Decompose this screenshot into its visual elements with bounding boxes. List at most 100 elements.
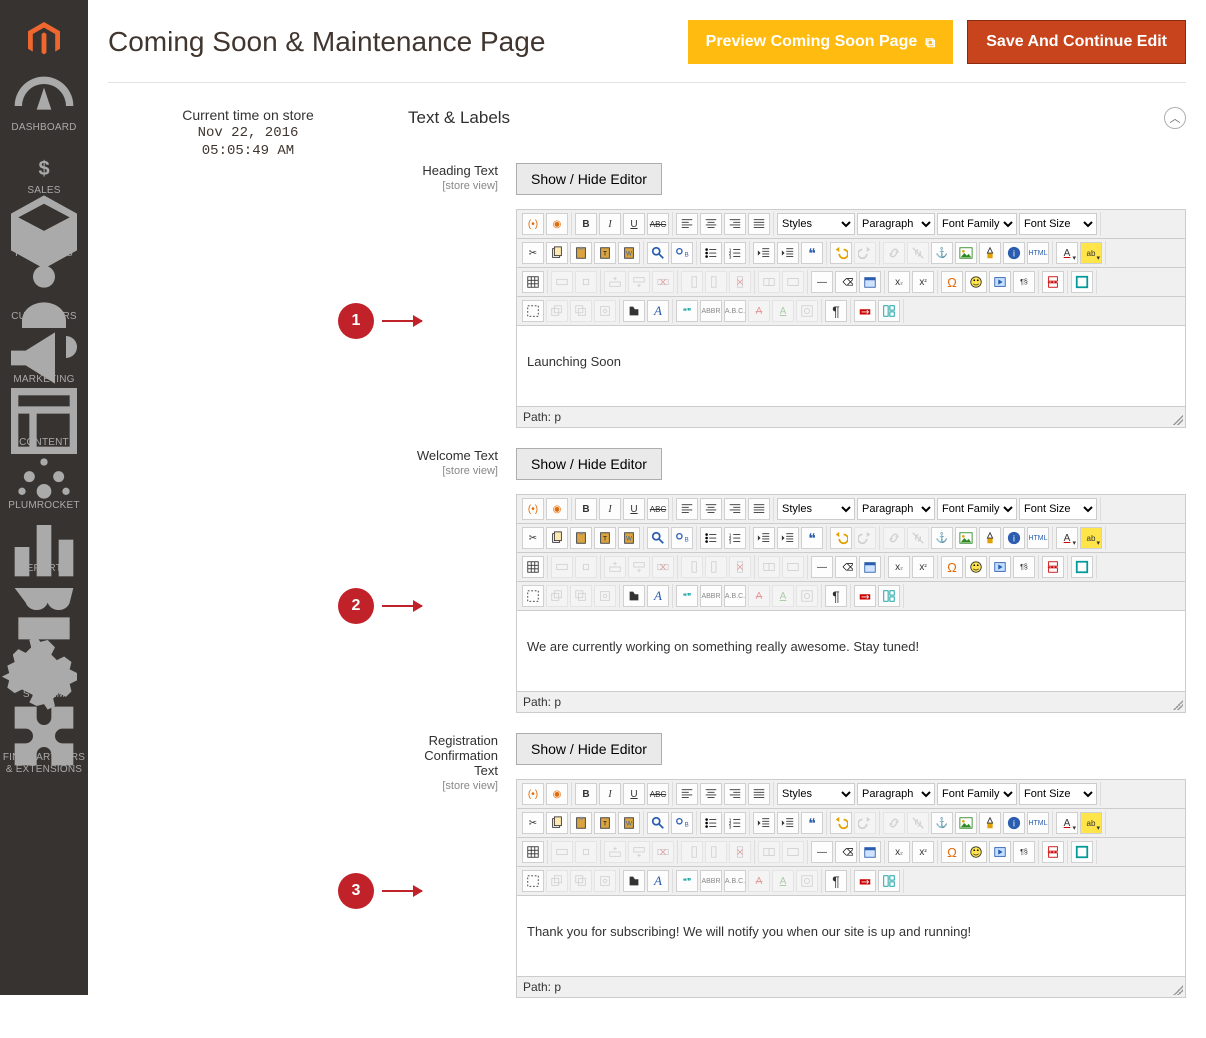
date-icon[interactable]: [859, 271, 881, 293]
attrib-icon[interactable]: [796, 300, 818, 322]
sup-icon[interactable]: x²: [912, 271, 934, 293]
html-icon[interactable]: HTML: [1027, 527, 1049, 549]
hr-icon[interactable]: —: [811, 271, 833, 293]
col-before-icon[interactable]: [681, 841, 703, 863]
col-after-icon[interactable]: [705, 841, 727, 863]
merge-cells-icon[interactable]: [782, 271, 804, 293]
cell-props-icon[interactable]: [575, 556, 597, 578]
newdoc-icon[interactable]: ◉: [546, 213, 568, 235]
sub-icon[interactable]: x₂: [888, 271, 910, 293]
align-left-icon[interactable]: [676, 783, 698, 805]
cleanup-icon[interactable]: [979, 242, 1001, 264]
align-center-icon[interactable]: [700, 498, 722, 520]
remove-format-icon[interactable]: ⌫: [835, 556, 857, 578]
text-color-icon[interactable]: A▾: [1056, 527, 1078, 549]
emoticon-icon[interactable]: [965, 556, 987, 578]
preview-button[interactable]: Preview Coming Soon Page⧉: [688, 20, 954, 64]
undo-icon[interactable]: [830, 242, 852, 264]
indent-icon[interactable]: [777, 242, 799, 264]
row-before-icon[interactable]: [604, 556, 626, 578]
pilcrow-icon[interactable]: ¶: [825, 300, 847, 322]
row-props-icon[interactable]: [551, 271, 573, 293]
paste-text-icon[interactable]: T: [594, 812, 616, 834]
layer-abs-icon[interactable]: [594, 300, 616, 322]
align-justify-icon[interactable]: [748, 783, 770, 805]
sub-icon[interactable]: x₂: [888, 556, 910, 578]
col-before-icon[interactable]: [681, 271, 703, 293]
bullet-list-icon[interactable]: [700, 527, 722, 549]
source-icon[interactable]: (•): [522, 783, 544, 805]
font-size-select[interactable]: Font Size: [1019, 783, 1097, 805]
cite-icon[interactable]: ❝❞: [676, 585, 698, 607]
outdent-icon[interactable]: [753, 812, 775, 834]
style-props-icon[interactable]: [623, 870, 645, 892]
redo-icon[interactable]: [854, 812, 876, 834]
link-icon[interactable]: [883, 242, 905, 264]
pilcrow-btn-icon[interactable]: ¶§: [1013, 556, 1035, 578]
cut-icon[interactable]: ✂: [522, 242, 544, 264]
editor-content[interactable]: We are currently working on something re…: [517, 611, 1185, 691]
font-style-icon[interactable]: A: [647, 300, 669, 322]
cleanup-icon[interactable]: [979, 527, 1001, 549]
font-style-icon[interactable]: A: [647, 585, 669, 607]
style-props-icon[interactable]: [623, 585, 645, 607]
bold-icon[interactable]: B: [575, 498, 597, 520]
ins-icon[interactable]: A: [772, 585, 794, 607]
underline-icon[interactable]: U: [623, 213, 645, 235]
blockquote-icon[interactable]: ❝: [801, 527, 823, 549]
number-list-icon[interactable]: 123: [724, 242, 746, 264]
fullscreen-icon[interactable]: [1071, 841, 1093, 863]
paste-word-icon[interactable]: W: [618, 242, 640, 264]
layer-forward-icon[interactable]: [546, 300, 568, 322]
bg-color-icon[interactable]: ab▾: [1080, 812, 1102, 834]
replace-icon[interactable]: B: [671, 242, 693, 264]
col-after-icon[interactable]: [705, 556, 727, 578]
outdent-icon[interactable]: [753, 242, 775, 264]
delete-row-icon[interactable]: [652, 841, 674, 863]
paragraph-select[interactable]: Paragraph: [857, 783, 935, 805]
cell-props-icon[interactable]: [575, 841, 597, 863]
cut-icon[interactable]: ✂: [522, 812, 544, 834]
layer-abs-icon[interactable]: [594, 870, 616, 892]
layer-forward-icon[interactable]: [546, 585, 568, 607]
help-icon[interactable]: i: [1003, 812, 1025, 834]
newdoc-icon[interactable]: ◉: [546, 783, 568, 805]
resize-handle-icon[interactable]: [1173, 415, 1183, 425]
save-continue-button[interactable]: Save And Continue Edit: [967, 20, 1186, 64]
split-cells-icon[interactable]: [758, 841, 780, 863]
bold-icon[interactable]: B: [575, 213, 597, 235]
link-icon[interactable]: [883, 812, 905, 834]
align-left-icon[interactable]: [676, 498, 698, 520]
html-icon[interactable]: HTML: [1027, 812, 1049, 834]
bullet-list-icon[interactable]: [700, 242, 722, 264]
find-icon[interactable]: [647, 812, 669, 834]
merge-cells-icon[interactable]: [782, 841, 804, 863]
find-icon[interactable]: [647, 242, 669, 264]
font-family-select[interactable]: Font Family: [937, 783, 1017, 805]
number-list-icon[interactable]: 123: [724, 527, 746, 549]
remove-format-icon[interactable]: ⌫: [835, 271, 857, 293]
strike-icon[interactable]: ABC: [647, 498, 669, 520]
unlink-icon[interactable]: [907, 242, 929, 264]
delete-col-icon[interactable]: [729, 271, 751, 293]
template-icon[interactable]: [878, 870, 900, 892]
ins-icon[interactable]: A: [772, 870, 794, 892]
attrib-icon[interactable]: [796, 585, 818, 607]
align-center-icon[interactable]: [700, 213, 722, 235]
underline-icon[interactable]: U: [623, 498, 645, 520]
paragraph-select[interactable]: Paragraph: [857, 498, 935, 520]
text-color-icon[interactable]: A▾: [1056, 812, 1078, 834]
special-char-icon[interactable]: Ω: [941, 841, 963, 863]
align-left-icon[interactable]: [676, 213, 698, 235]
undo-icon[interactable]: [830, 812, 852, 834]
table-icon[interactable]: [522, 556, 544, 578]
newdoc-icon[interactable]: ◉: [546, 498, 568, 520]
redo-icon[interactable]: [854, 242, 876, 264]
pilcrow-icon[interactable]: ¶: [825, 585, 847, 607]
acronym-icon[interactable]: A.B.C.: [724, 300, 746, 322]
styles-select[interactable]: Styles: [777, 498, 855, 520]
italic-icon[interactable]: I: [599, 783, 621, 805]
delete-row-icon[interactable]: [652, 556, 674, 578]
nbsp-icon[interactable]: [854, 870, 876, 892]
paste-icon[interactable]: [570, 812, 592, 834]
